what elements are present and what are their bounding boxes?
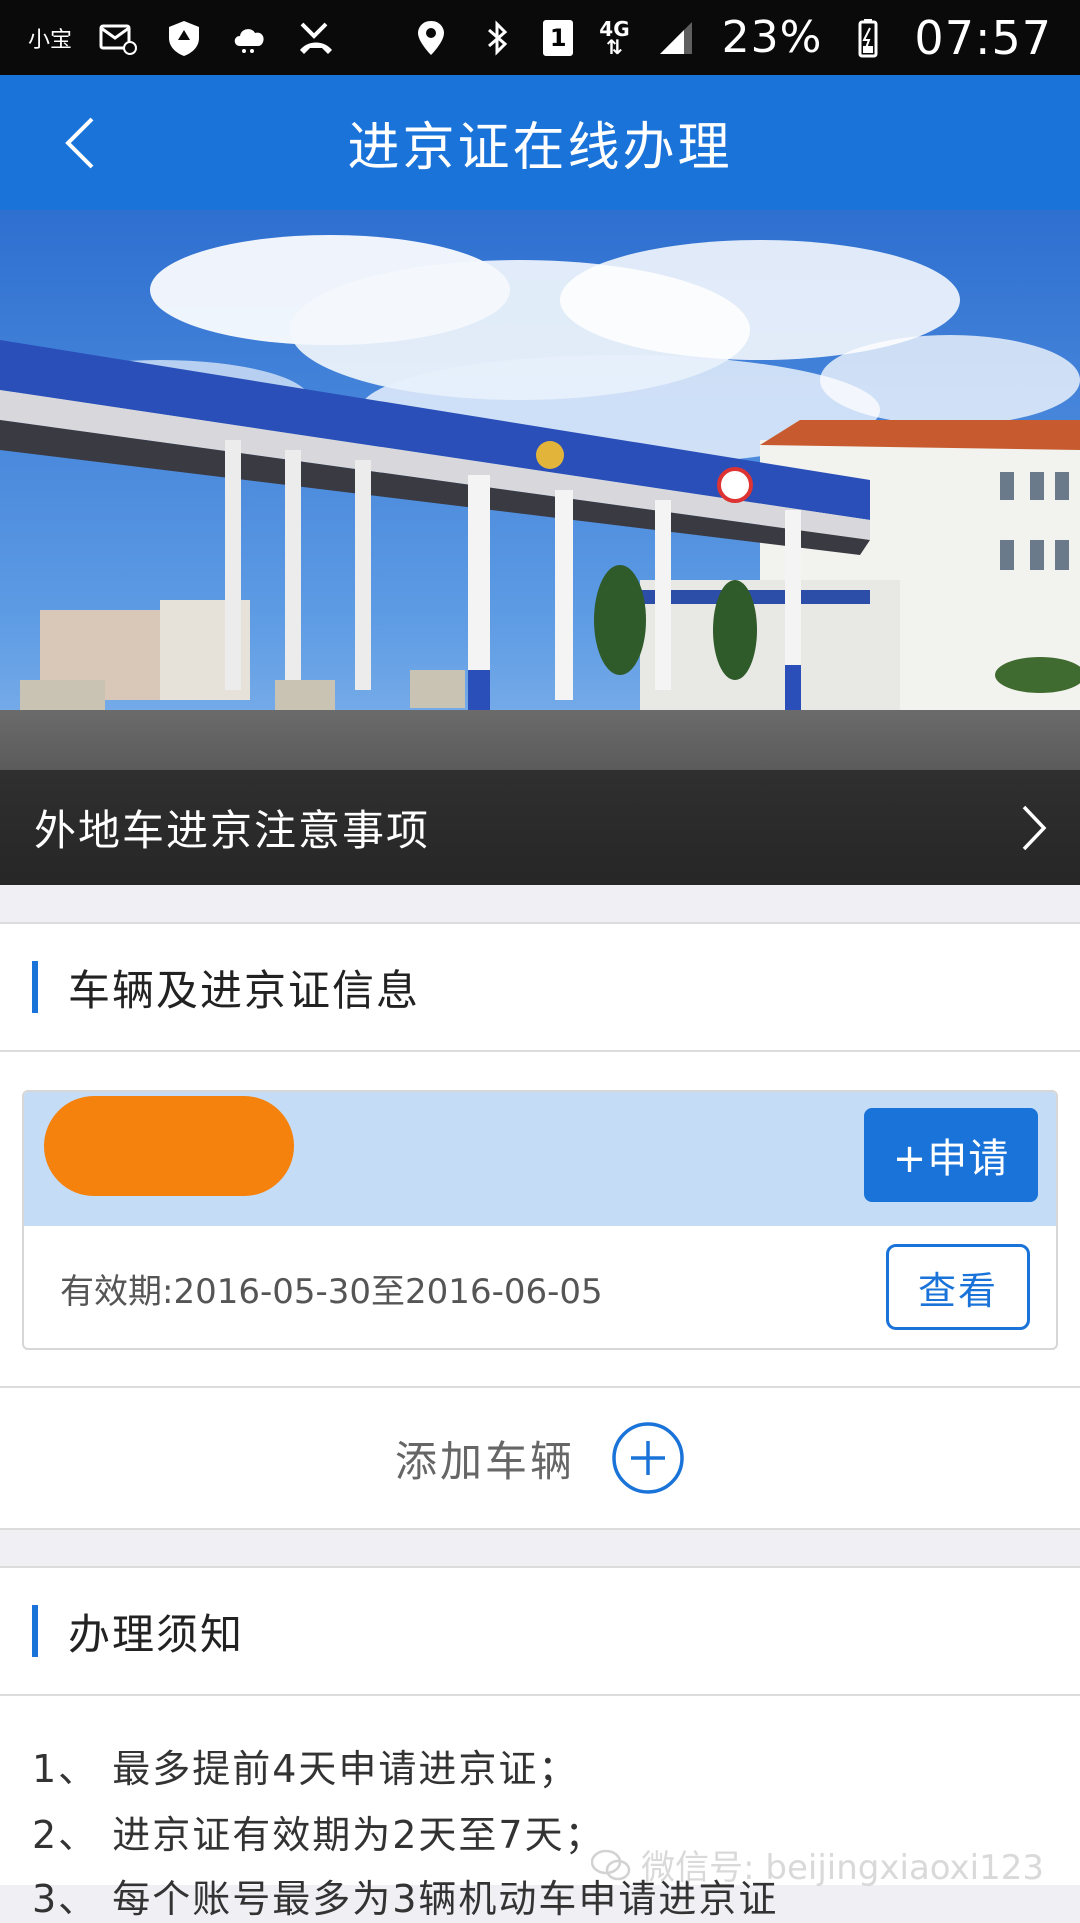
notice-item: 1、 最多提前4天申请进京证； [32,1747,579,1791]
view-button[interactable]: 查看 [886,1244,1030,1330]
shield-icon [164,18,204,58]
battery-percent: 23% [721,12,823,63]
watermark: 微信号: beijingxiaoxi123 [591,1840,1044,1889]
section-accent-bar [32,961,38,1013]
cloud-icon [230,18,270,58]
watermark-text: 微信号: beijingxiaoxi123 [641,1848,1044,1888]
banner-caption-text: 外地车进京注意事项 [34,806,431,855]
banner-caption: 外地车进京注意事项 [0,770,1080,885]
banner-notice[interactable]: 外地车进京注意事项 [0,210,1080,885]
vehicle-card-header: +申请 [24,1092,1056,1226]
notice-item: 2、 进京证有效期为2天至7天； [32,1813,605,1857]
chevron-right-icon [1022,805,1047,850]
notice-section-header: 办理须知 [0,1566,1080,1696]
status-right: 1 4G ⇅ 23% 07:57 [411,11,1052,65]
add-vehicle-button[interactable]: 添加车辆 [0,1386,1080,1530]
network-type-label: 4G ⇅ [599,16,630,59]
signal-icon [656,18,696,58]
license-plate-redacted [44,1096,294,1196]
notice-section-title: 办理须知 [68,1609,245,1659]
missed-call-icon [296,18,336,58]
wechat-icon [591,1849,631,1880]
apply-button[interactable]: +申请 [864,1108,1038,1202]
add-vehicle-label: 添加车辆 [394,1436,575,1486]
email-icon [98,18,138,58]
clock: 07:57 [914,10,1052,65]
status-left: 小宝 [28,18,336,58]
carrier-label: 小宝 [28,27,73,53]
location-icon [411,18,451,58]
battery-icon [848,18,888,58]
sim-icon: 1 [543,19,574,56]
vehicle-list: +申请 有效期:2016-05-30至2016-06-05 查看 [0,1052,1080,1386]
page-title: 进京证在线办理 [347,118,733,178]
chevron-left-icon [65,117,94,169]
validity-period: 有效期:2016-05-30至2016-06-05 [60,1272,603,1312]
vehicle-section-header: 车辆及进京证信息 [0,922,1080,1052]
back-button[interactable] [50,113,110,173]
title-bar: 进京证在线办理 [0,75,1080,210]
status-bar: 小宝 1 4G ⇅ 23% 07:57 [0,0,1080,75]
vehicle-section-title: 车辆及进京证信息 [68,965,421,1015]
vehicle-card-body: 有效期:2016-05-30至2016-06-05 查看 [24,1226,1056,1348]
vehicle-card: +申请 有效期:2016-05-30至2016-06-05 查看 [22,1090,1058,1350]
bluetooth-icon [477,18,517,58]
section-accent-bar [32,1605,38,1657]
plus-circle-icon [612,1422,684,1494]
